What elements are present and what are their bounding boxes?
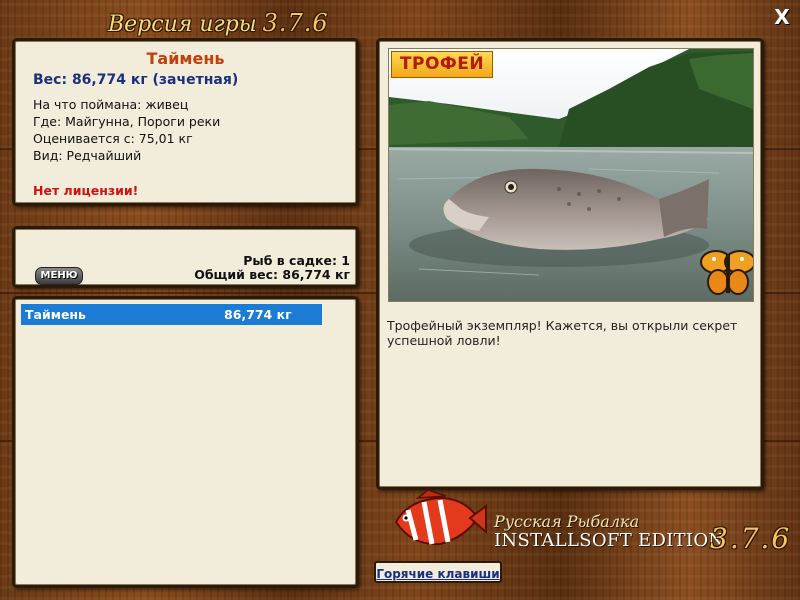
fish-info-panel: Таймень Вес: 86,774 кг (зачетная) На что… <box>12 38 359 206</box>
fish-bait: На что поймана: живец <box>33 97 189 112</box>
license-warning: Нет лицензии! <box>33 183 139 198</box>
brand-version: 3.7.6 <box>710 522 792 555</box>
brand-edition: INSTALLSOFT EDITION <box>494 530 725 551</box>
window-title-version: 3.7.6 <box>262 9 329 37</box>
close-button[interactable]: X <box>771 6 793 28</box>
cage-summary-panel: МЕНЮ Рыб в садке: 1 Общий вес: 86,774 кг <box>12 226 359 288</box>
fish-location: Где: Майгунна, Пороги реки <box>33 114 221 129</box>
fish-weight: Вес: 86,774 кг (зачетная) <box>33 72 239 88</box>
fish-name: Таймень <box>146 49 225 68</box>
fish-logo-icon <box>394 489 487 546</box>
window-title-text: Версия игры <box>108 12 257 37</box>
fish-rated-from: Оценивается с: 75,01 кг <box>33 131 193 146</box>
menu-button[interactable]: МЕНЮ <box>35 267 83 285</box>
butterfly-decoration <box>700 250 753 295</box>
cage-fish-count: Рыб в садке: 1 <box>243 253 350 268</box>
trophy-panel: ТРОФЕЙ Трофейный экземпляр! Кажется, вы … <box>376 38 764 490</box>
game-logo: Русская Рыбалка INSTALLSOFT EDITION 3.7.… <box>388 489 792 560</box>
window-title: Версия игры 3.7.6 <box>108 8 329 38</box>
trophy-badge: ТРОФЕЙ <box>391 51 493 78</box>
fish-photo-illustration <box>389 49 753 301</box>
catch-row-name: Таймень <box>25 307 86 322</box>
fish-rarity: Вид: Редчайший <box>33 148 142 163</box>
trophy-message: Трофейный экземпляр! Кажется, вы открыли… <box>387 318 738 348</box>
hotkeys-button[interactable]: Горячие клавиши <box>374 561 502 583</box>
catch-row-weight: 86,774 кг <box>224 307 292 322</box>
cage-total-weight: Общий вес: 86,774 кг <box>194 267 350 282</box>
catch-list-panel: Таймень 86,774 кг <box>12 296 359 588</box>
catch-list-row[interactable]: Таймень 86,774 кг <box>21 304 322 325</box>
brand-title: Русская Рыбалка <box>494 512 640 531</box>
trophy-photo: ТРОФЕЙ <box>388 48 754 302</box>
